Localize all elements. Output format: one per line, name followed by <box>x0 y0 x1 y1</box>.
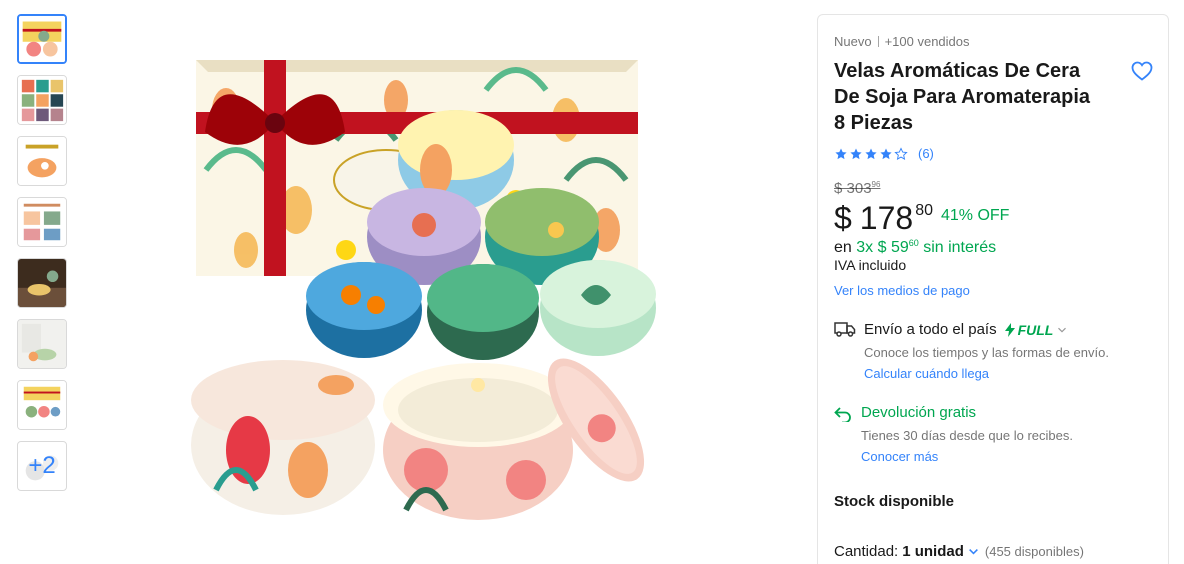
discount-badge: 41% OFF <box>940 207 1010 224</box>
main-product-image[interactable] <box>186 50 660 524</box>
shipping-title[interactable]: Envío a todo el país FULL <box>864 321 1067 338</box>
return-arrow-icon <box>834 407 851 422</box>
buy-box: Nuevo +100 vendidos Velas Aromáticas De C… <box>817 14 1169 564</box>
shipping-title-text: Envío a todo el país <box>864 321 997 338</box>
chevron-down-icon[interactable] <box>968 546 979 557</box>
payment-methods-link[interactable]: Ver los medios de pago <box>834 283 970 298</box>
price-cents: 80 <box>915 202 933 219</box>
thumbnail-more[interactable]: +2 <box>17 441 67 491</box>
full-badge: FULL <box>1004 321 1054 338</box>
heart-icon[interactable] <box>1130 59 1154 83</box>
rating-count[interactable]: (6) <box>918 146 934 161</box>
quantity-label: Cantidad: <box>834 543 899 560</box>
chevron-down-icon <box>1058 327 1067 333</box>
rating[interactable]: (6) <box>834 146 934 161</box>
thumbnail-6[interactable] <box>17 319 67 369</box>
price-amount: 178 <box>859 200 914 236</box>
thumbnail-1[interactable] <box>17 14 67 64</box>
product-subtitle: Nuevo +100 vendidos <box>834 34 970 49</box>
installments-main: 3x $ 59 <box>856 239 909 256</box>
returns-more-link[interactable]: Conocer más <box>861 449 938 464</box>
price-currency: $ <box>834 200 852 236</box>
full-label: FULL <box>1017 321 1054 338</box>
original-price-main: $ 303 <box>834 180 872 197</box>
current-price: $ 178 80 41% OFF <box>834 200 1009 236</box>
more-images-label: +2 <box>28 452 56 479</box>
rating-stars <box>834 146 908 161</box>
product-title: Velas Aromáticas De Cera De Soja Para Ar… <box>834 60 1091 134</box>
installments-amount: 3x $ 5960 sin interés <box>856 238 997 256</box>
star-full-icon <box>880 147 892 159</box>
star-empty-icon <box>894 146 908 160</box>
installments-cents: 60 <box>908 238 919 248</box>
tax-note: IVA incluido <box>834 257 907 273</box>
truck-icon <box>834 322 856 337</box>
calculate-delivery-link[interactable]: Calcular cuándo llega <box>864 366 989 381</box>
lightning-icon <box>1004 322 1015 337</box>
thumbnail-4[interactable] <box>17 197 67 247</box>
available-count: (455 disponibles) <box>984 544 1084 559</box>
returns-description: Tienes 30 días desde que lo recibes. <box>861 428 1073 443</box>
quantity-value[interactable]: 1 unidad <box>902 543 964 560</box>
returns-title: Devolución gratis <box>861 404 977 421</box>
subtitle-divider <box>877 36 879 47</box>
shipping-description: Conoce los tiempos y las formas de envío… <box>864 345 1109 360</box>
stock-title: Stock disponible <box>834 493 955 510</box>
original-price: $ 30396 <box>834 180 880 197</box>
sold-count: +100 vendidos <box>884 34 970 49</box>
thumbnail-3[interactable] <box>17 136 67 186</box>
installments-suffix: sin interés <box>923 239 997 256</box>
thumbnail-2[interactable] <box>17 75 67 125</box>
thumbnail-5[interactable] <box>17 258 67 308</box>
installments-prefix: en <box>834 239 852 256</box>
star-full-icon <box>850 147 862 159</box>
star-full-icon <box>835 147 847 159</box>
original-price-cents: 96 <box>871 180 881 189</box>
installments: en 3x $ 5960 sin interés <box>834 238 996 257</box>
quantity-selector: Cantidad: 1 unidad (455 disponibles) <box>834 543 1084 560</box>
condition-label: Nuevo <box>834 34 872 49</box>
star-full-icon <box>865 147 877 159</box>
thumbnail-7[interactable] <box>17 380 67 430</box>
thumbnail-gallery: +2 <box>17 14 67 502</box>
